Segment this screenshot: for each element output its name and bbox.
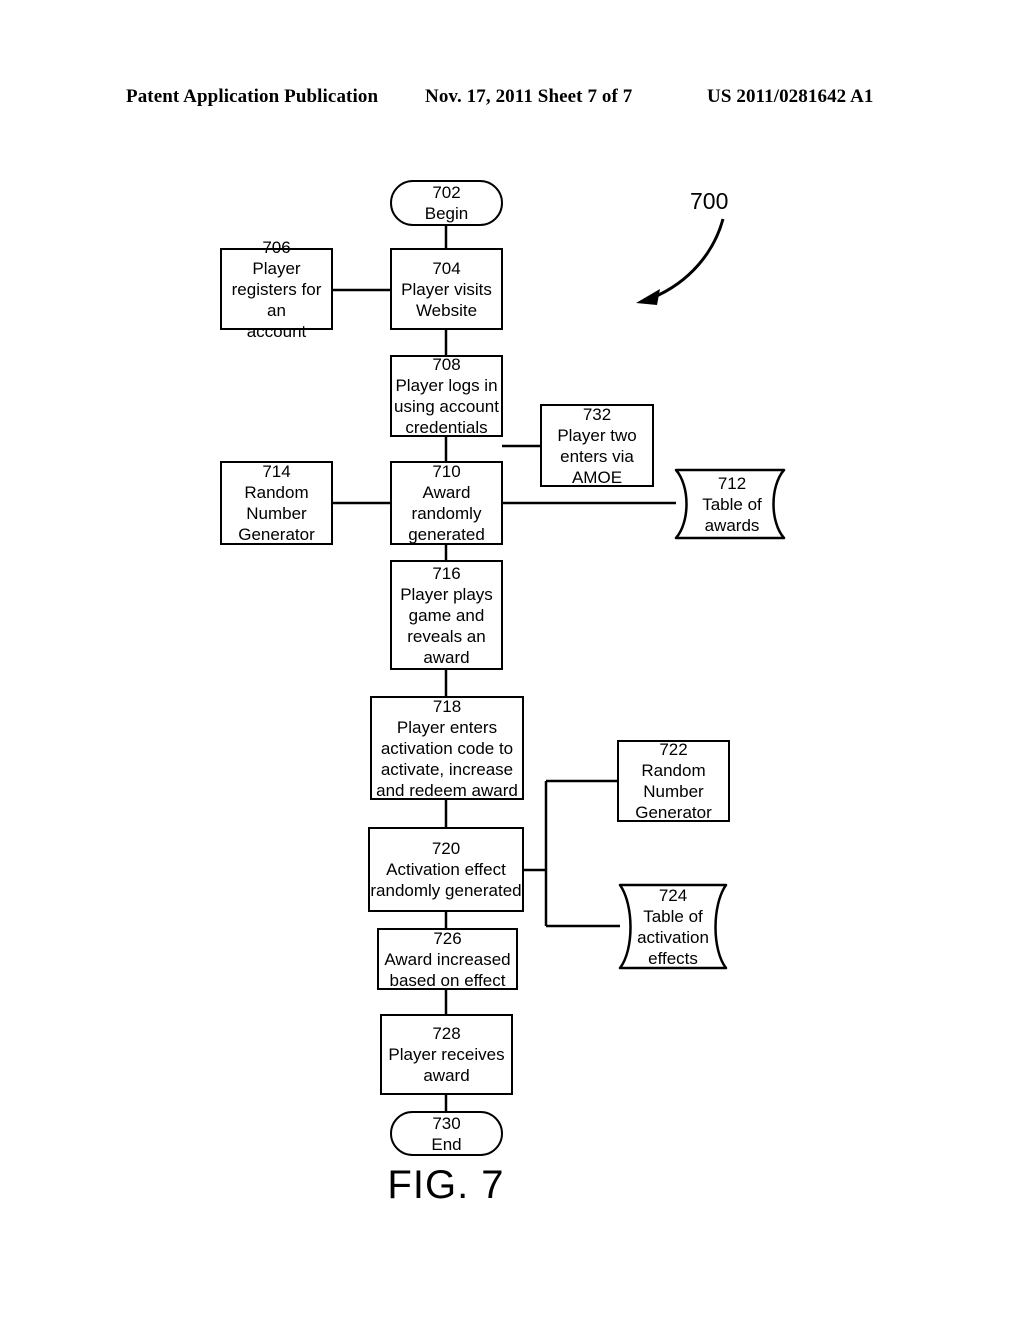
node-722-label: Random Number Generator xyxy=(635,761,712,822)
node-710-award-randomly-generated[interactable]: 710 Award randomly generated xyxy=(390,461,503,545)
node-714-label: Random Number Generator xyxy=(238,483,315,544)
node-712-number: 712 xyxy=(717,473,747,493)
node-720-label: Activation effect randomly generated xyxy=(370,860,522,900)
node-708-number: 708 xyxy=(432,355,461,374)
node-726-award-increased[interactable]: 726 Award increased based on effect xyxy=(377,928,518,990)
node-706-number: 706 xyxy=(262,237,291,257)
node-704-player-visits-website[interactable]: 704 Player visits Website xyxy=(390,248,503,330)
node-724-number: 724 xyxy=(658,886,688,905)
reference-numeral-700: 700 xyxy=(690,188,729,214)
node-732-label: Player two enters via AMOE xyxy=(557,425,637,487)
node-720-number: 720 xyxy=(431,839,461,858)
node-716-number: 716 xyxy=(432,563,461,583)
node-730-number: 730 xyxy=(432,1113,461,1133)
reference-arrowhead-700 xyxy=(636,289,660,305)
node-716-player-plays-game[interactable]: 716 Player plays game and reveals an awa… xyxy=(390,560,503,670)
node-718-player-enters-activation-code[interactable]: 718 Player enters activation code to act… xyxy=(370,696,524,800)
node-726-number: 726 xyxy=(433,928,462,948)
node-724-label: Table of activation effects xyxy=(637,907,709,968)
node-708-player-logs-in[interactable]: 708 Player logs in using account credent… xyxy=(390,355,503,437)
reference-arrow-700 xyxy=(651,218,725,300)
node-728-player-receives-award[interactable]: 728 Player receives award xyxy=(380,1014,513,1095)
node-726-label: Award increased based on effect xyxy=(384,949,511,990)
node-706-player-registers-account[interactable]: 706 Player registers for an account xyxy=(220,238,333,341)
node-710-label: Award randomly generated xyxy=(408,483,485,544)
node-730-end[interactable]: 730 End xyxy=(390,1111,503,1156)
node-722-random-number-generator[interactable]: 722 Random Number Generator xyxy=(617,740,730,822)
node-702-label: Begin xyxy=(424,204,469,223)
node-718-label: Player enters activation code to activat… xyxy=(376,717,518,800)
flowchart-diagram: 700 702 Begin 704 Player visits Website … xyxy=(0,0,1024,1320)
node-732-player-two-enters-amoe[interactable]: 732 Player two enters via AMOE xyxy=(540,404,654,487)
node-730-label: End xyxy=(431,1134,462,1154)
node-702-begin[interactable]: 702 Begin xyxy=(390,180,503,226)
node-712-label: Table of awards xyxy=(702,494,762,535)
node-720-activation-effect-generated[interactable]: 720 Activation effect randomly generated xyxy=(368,827,524,912)
node-718-number: 718 xyxy=(432,696,462,716)
node-722-number: 722 xyxy=(659,740,688,759)
node-714-number: 714 xyxy=(262,462,291,481)
node-724-table-of-activation-effects[interactable]: 724 Table of activation effects xyxy=(629,886,717,968)
figure-caption: FIG. 7 xyxy=(387,1163,505,1207)
node-708-label: Player logs in using account credentials xyxy=(394,376,499,437)
node-716-label: Player plays game and reveals an award xyxy=(400,584,493,667)
node-710-number: 710 xyxy=(432,462,461,481)
node-702-number: 702 xyxy=(432,183,461,202)
node-704-number: 704 xyxy=(432,258,461,278)
node-728-label: Player receives award xyxy=(388,1045,505,1085)
node-732-number: 732 xyxy=(582,404,612,424)
node-728-number: 728 xyxy=(432,1024,461,1043)
node-714-random-number-generator[interactable]: 714 Random Number Generator xyxy=(220,461,333,545)
node-706-label: Player registers for an account xyxy=(231,258,322,341)
flowchart-connectors xyxy=(333,218,786,1111)
node-712-table-of-awards[interactable]: 712 Table of awards xyxy=(684,470,780,538)
node-704-label: Player visits Website xyxy=(401,279,492,320)
